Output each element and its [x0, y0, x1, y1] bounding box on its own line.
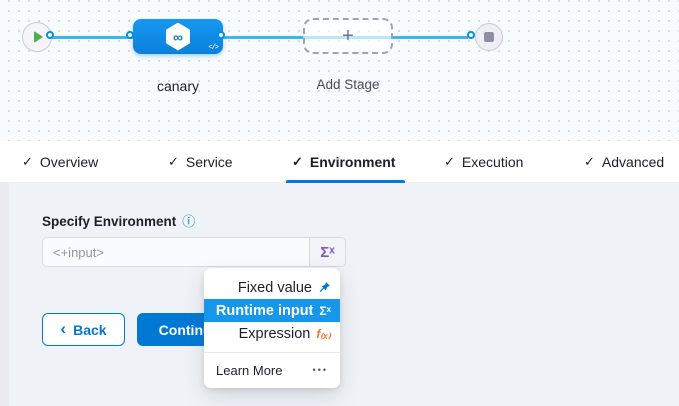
input-type-selector-button[interactable]: Σˣ — [309, 238, 345, 266]
tab-overview[interactable]: ✓ Overview — [22, 141, 98, 183]
tab-label: Overview — [40, 154, 98, 170]
sigma-icon: Σˣ — [320, 244, 335, 261]
menu-item-fixed-value[interactable]: Fixed value — [204, 276, 340, 299]
learn-more-label: Learn More — [216, 363, 282, 378]
check-icon: ✓ — [22, 154, 33, 170]
field-label-row: Specify Environment ⓘ — [42, 214, 195, 229]
stage-config-tabbar: ✓ Overview ✓ Service ✓ Environment ✓ Exe… — [0, 141, 679, 183]
pin-icon — [318, 281, 331, 294]
menu-item-label: Fixed value — [238, 280, 312, 296]
tab-service[interactable]: ✓ Service — [168, 141, 233, 183]
tab-label: Execution — [462, 154, 523, 170]
ellipsis-icon: ••• — [313, 365, 328, 375]
tab-execution[interactable]: ✓ Execution — [444, 141, 523, 183]
input-type-dropdown: Fixed value Runtime input Σˣ Expression … — [204, 268, 340, 388]
menu-item-label: Expression — [239, 326, 311, 342]
chevron-left-icon: ‹ — [60, 320, 66, 337]
pipeline-end-node[interactable] — [475, 23, 503, 51]
add-stage-button[interactable]: + — [303, 18, 393, 54]
check-icon: ✓ — [584, 154, 595, 170]
connector-port[interactable] — [217, 31, 225, 39]
pipeline-studio-page: ∞ </> canary + Add Stage ✓ Overview ✓ Se… — [0, 0, 679, 406]
plus-icon: + — [342, 25, 354, 48]
environment-tab-panel: Specify Environment ⓘ Σˣ ‹ Back Continue… — [0, 183, 679, 406]
check-icon: ✓ — [168, 154, 179, 170]
learn-more-row[interactable]: Learn More ••• — [204, 352, 340, 387]
info-icon[interactable]: ⓘ — [182, 215, 195, 228]
deployment-stage-icon: ∞ — [165, 23, 191, 51]
menu-item-label: Runtime input — [216, 303, 313, 319]
stop-icon — [484, 32, 494, 42]
tab-label: Environment — [310, 154, 396, 170]
connector-port[interactable] — [467, 31, 475, 39]
stage-name-label: canary — [133, 78, 223, 94]
fx-icon: f₍ₓ₎ — [316, 328, 331, 340]
tab-label: Service — [186, 154, 233, 170]
infinity-icon: ∞ — [173, 29, 183, 45]
connector-port[interactable] — [46, 31, 54, 39]
tab-label: Advanced — [602, 154, 664, 170]
tab-advanced[interactable]: ✓ Advanced — [584, 141, 664, 183]
connector-line — [52, 36, 468, 39]
play-icon — [34, 31, 43, 43]
stage-node-canary[interactable]: ∞ </> — [133, 19, 223, 54]
environment-input[interactable] — [43, 238, 309, 266]
menu-item-runtime-input[interactable]: Runtime input Σˣ — [204, 299, 340, 322]
tab-environment[interactable]: ✓ Environment — [292, 141, 395, 183]
panel-edge — [0, 183, 9, 406]
check-icon: ✓ — [444, 154, 455, 170]
add-stage-label: Add Stage — [288, 77, 408, 92]
pipeline-canvas: ∞ </> canary + Add Stage — [0, 0, 679, 141]
code-icon: </> — [208, 44, 218, 52]
menu-item-expression[interactable]: Expression f₍ₓ₎ — [204, 322, 340, 345]
specify-environment-label: Specify Environment — [42, 214, 176, 229]
environment-input-group: Σˣ — [42, 237, 346, 267]
sigma-icon: Σˣ — [319, 305, 331, 317]
back-button-label: Back — [73, 322, 106, 338]
back-button[interactable]: ‹ Back — [42, 313, 125, 346]
check-icon: ✓ — [292, 154, 303, 170]
